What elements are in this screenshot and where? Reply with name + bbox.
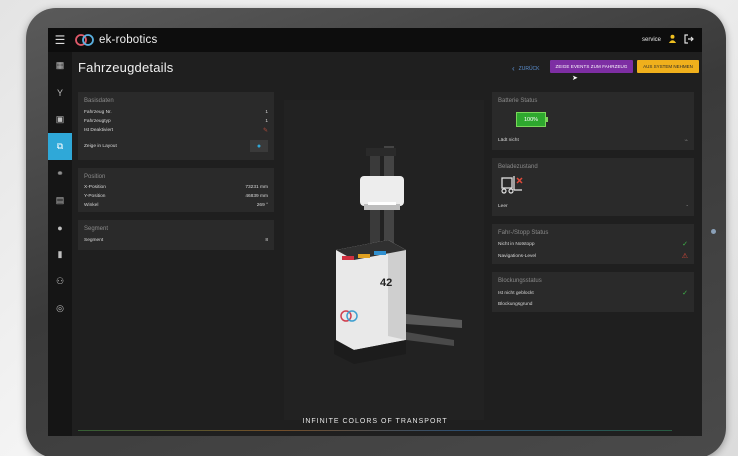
card-title: Segment bbox=[84, 226, 109, 232]
camera-dot bbox=[711, 229, 716, 234]
row-label: X-Position bbox=[84, 184, 106, 190]
app-screen: ☰ ek-robotics service ▦ Y ▣ ⧉ ⚭ ▤ ● ▮ ⚇ bbox=[48, 28, 702, 436]
info-row: Leer - bbox=[498, 202, 688, 210]
row-value: 73231 mm bbox=[245, 184, 268, 190]
user-icon[interactable] bbox=[668, 34, 677, 46]
robot-image-area: 42 bbox=[284, 100, 484, 420]
plug-icon: ⌁ bbox=[684, 137, 688, 144]
top-bar: ☰ ek-robotics service bbox=[48, 28, 702, 52]
remove-from-system-button[interactable]: AUS SYSTEM NEHMEN bbox=[637, 60, 699, 73]
branch-icon[interactable]: Y bbox=[48, 79, 72, 106]
back-link[interactable]: ‹ ZURÜCK bbox=[512, 64, 540, 73]
logo: ek-robotics bbox=[74, 33, 157, 47]
info-row: Winkel 269 ° bbox=[84, 201, 268, 209]
card-title: Blockungsstatus bbox=[498, 278, 542, 284]
settings-icon[interactable]: ◎ bbox=[48, 295, 72, 322]
battery-indicator: 100% bbox=[516, 112, 546, 127]
row-label: Blockungsgrund bbox=[498, 301, 533, 307]
battery-card: Batterie Status 100% Lädt nicht ⌁ bbox=[492, 92, 694, 150]
logout-icon[interactable] bbox=[684, 33, 694, 47]
card-title: Position bbox=[84, 174, 106, 180]
location-icon[interactable]: ● bbox=[48, 214, 72, 241]
row-value: - bbox=[686, 203, 688, 209]
segment-card: Segment Segment 8 bbox=[78, 220, 274, 250]
row-label: Fahrzeugtyp bbox=[84, 118, 111, 124]
card-title: Batterie Status bbox=[498, 98, 538, 104]
row-value: 269 ° bbox=[256, 202, 268, 208]
info-row: Nicht in Notstopp ✓ bbox=[498, 240, 688, 248]
info-row: Y-Position 46839 mm bbox=[84, 192, 268, 200]
basisdaten-card: Basisdaten Fahrzeug Nr. 1 Fahrzeugtyp 1 … bbox=[78, 92, 274, 160]
logo-text: ek-robotics bbox=[99, 34, 158, 46]
warning-icon: ⚠ bbox=[681, 253, 688, 260]
check-icon: ✓ bbox=[682, 290, 688, 297]
card-title: Beladezustand bbox=[498, 164, 538, 170]
row-value: 8 bbox=[265, 237, 268, 243]
clipboard-icon[interactable]: ▣ bbox=[48, 106, 72, 133]
main-content: Fahrzeugdetails ‹ ZURÜCK ZEIGE EVENTS ZU… bbox=[72, 52, 702, 436]
layout-icon[interactable]: ▤ bbox=[48, 187, 72, 214]
row-label: Fahrzeug Nr. bbox=[84, 109, 112, 115]
info-row: X-Position 73231 mm bbox=[84, 183, 268, 191]
logo-mark-icon bbox=[75, 34, 94, 46]
robot-forklift-image: 42 bbox=[334, 146, 462, 364]
blocking-card: Blockungsstatus Ist nicht geblockt ✓ Blo… bbox=[492, 272, 694, 312]
info-row: Fahrzeugtyp 1 bbox=[84, 117, 268, 125]
edit-pencil-icon[interactable]: ✎ bbox=[263, 127, 268, 134]
check-icon: ✓ bbox=[682, 241, 688, 248]
robot-number: 42 bbox=[380, 277, 392, 289]
mouse-cursor-icon: ➤ bbox=[572, 75, 578, 82]
row-label: Zeige in Layout bbox=[84, 143, 117, 149]
hamburger-icon[interactable]: ☰ bbox=[48, 28, 72, 52]
info-row: Ist nicht geblockt ✓ bbox=[498, 289, 688, 297]
user-name[interactable]: service bbox=[642, 37, 661, 43]
drive-stop-card: Fahr-/Stopp Status Nicht in Notstopp ✓ N… bbox=[492, 224, 694, 264]
row-label: Ist nicht geblockt bbox=[498, 290, 534, 296]
row-value: 1 bbox=[265, 109, 268, 115]
transport-icon[interactable]: ⚭ bbox=[48, 160, 72, 187]
show-events-button[interactable]: ZEIGE EVENTS ZUM FAHRZEUG bbox=[550, 60, 633, 73]
footer-tagline: INFINITE COLORS OF TRANSPORT bbox=[302, 418, 448, 425]
sidebar: ▦ Y ▣ ⧉ ⚭ ▤ ● ▮ ⚇ ◎ bbox=[48, 52, 72, 436]
show-in-layout-button[interactable]: ● bbox=[250, 140, 268, 152]
back-label: ZURÜCK bbox=[518, 65, 540, 72]
info-row: Segment 8 bbox=[84, 236, 268, 244]
bookmark-icon[interactable]: ▮ bbox=[48, 241, 72, 268]
card-title: Fahr-/Stopp Status bbox=[498, 230, 549, 236]
position-card: Position X-Position 73231 mm Y-Position … bbox=[78, 168, 274, 212]
row-label: Navigations-Level bbox=[498, 253, 537, 259]
row-value: 46839 mm bbox=[245, 193, 268, 199]
row-label: Ist Deaktiviert bbox=[84, 127, 114, 133]
row-label: Lädt nicht bbox=[498, 137, 519, 143]
location-pin-icon: ● bbox=[256, 142, 262, 150]
chevron-left-icon: ‹ bbox=[512, 64, 515, 73]
footer-divider bbox=[78, 430, 672, 431]
battery-tip bbox=[546, 117, 548, 122]
row-value: 1 bbox=[265, 118, 268, 124]
info-row: Zeige in Layout bbox=[84, 142, 268, 150]
row-label: Nicht in Notstopp bbox=[498, 241, 535, 247]
info-row: Blockungsgrund bbox=[498, 300, 688, 308]
page-title: Fahrzeugdetails bbox=[78, 60, 174, 75]
info-row: Navigations-Level ⚠ bbox=[498, 252, 688, 260]
row-label: Segment bbox=[84, 237, 104, 243]
load-state-card: Beladezustand Leer - bbox=[492, 158, 694, 216]
vehicles-icon[interactable]: ⧉ bbox=[48, 133, 72, 160]
info-row: Lädt nicht ⌁ bbox=[498, 136, 688, 144]
info-row: Ist Deaktiviert ✎ bbox=[84, 126, 268, 134]
row-label: Leer bbox=[498, 203, 508, 209]
row-label: Winkel bbox=[84, 202, 99, 208]
row-label: Y-Position bbox=[84, 193, 106, 199]
dashboard-icon[interactable]: ▦ bbox=[48, 52, 72, 79]
card-title: Basisdaten bbox=[84, 98, 114, 104]
forklift-empty-icon bbox=[501, 176, 523, 194]
users-icon[interactable]: ⚇ bbox=[48, 268, 72, 295]
info-row: Fahrzeug Nr. 1 bbox=[84, 108, 268, 116]
